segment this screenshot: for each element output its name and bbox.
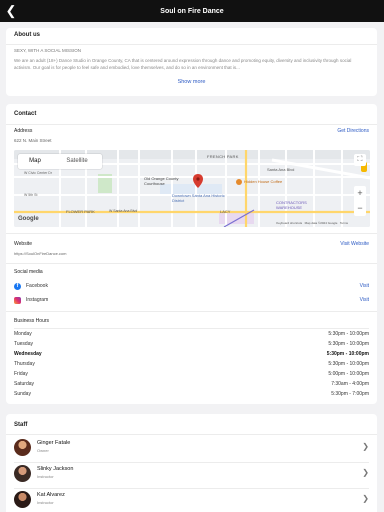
avatar [14, 491, 31, 508]
about-card: About us SEXY, WITH A SOCIAL MISSION We … [6, 28, 377, 96]
hours-day: Tuesday [14, 341, 33, 347]
page-title: Soul on Fire Dance [160, 7, 224, 15]
map-tab-map[interactable]: Map [18, 154, 52, 169]
staff-name: Slinky Jackson [37, 466, 74, 472]
staff-role: Instructor [37, 500, 54, 505]
hours-day: Wednesday [14, 351, 42, 357]
staff-row[interactable]: Kat Alvarez Instructor ❯ [14, 490, 369, 512]
hours-time: 5:30pm - 10:00pm [328, 361, 369, 367]
map-attribution: Keyboard shortcuts Map data ©2024 Google… [276, 221, 348, 225]
contact-heading: Contact [14, 111, 37, 117]
divider [6, 263, 377, 264]
facebook-visit-link[interactable]: Visit [360, 283, 369, 289]
contact-card: Contact Address 622 N. Main Street Get D… [6, 104, 377, 404]
staff-role: Owner [37, 448, 49, 453]
hours-row: Monday 5:30pm - 10:00pm [14, 331, 369, 341]
map-label-old-courthouse: Old Orange County Courthouse [144, 176, 179, 186]
business-hours-heading: Business Hours [14, 318, 50, 324]
staff-card: Staff Ginger Fatale Owner ❯ Slinky Jacks… [6, 414, 377, 512]
map-label-french-park: FRENCH PARK [207, 154, 239, 159]
about-tagline: SEXY, WITH A SOCIAL MISSION [14, 48, 82, 53]
staff-row[interactable]: Ginger Fatale Owner ❯ [14, 438, 369, 462]
social-media-heading: Social media [14, 269, 43, 275]
hours-day: Saturday [14, 381, 35, 387]
about-body: We are an adult (18+) Dance Studio in Or… [14, 58, 352, 70]
address-value: 622 N. Main Street [14, 138, 52, 143]
hours-time: 5:00pm - 10:00pm [328, 371, 369, 377]
hours-time: 5:30pm - 7:00pm [331, 391, 369, 397]
show-more-button[interactable]: Show more [6, 79, 377, 85]
hours-day: Monday [14, 331, 32, 337]
staff-row[interactable]: Slinky Jackson Instructor ❯ [14, 464, 369, 488]
google-logo: Google [18, 216, 39, 222]
hours-time: 5:30pm - 10:00pm [328, 331, 369, 337]
hours-time: 5:30pm - 10:00pm [328, 341, 369, 347]
divider [6, 311, 377, 312]
zoom-out-button[interactable]: − [354, 201, 366, 216]
map-type-tabs: Map Satellite [18, 154, 102, 169]
divider [14, 328, 369, 329]
hours-row: Sunday 5:30pm - 7:00pm [14, 391, 369, 401]
hours-time: 7:30am - 4:00pm [331, 381, 369, 387]
divider [6, 44, 377, 45]
avatar [14, 439, 31, 456]
map-label-civic-center: W Civic Center Dr [24, 171, 53, 175]
location-map[interactable]: Map Satellite ⛶ + − FRENCH PARK Santa An… [14, 150, 370, 227]
top-bar: ❮ Soul on Fire Dance [0, 0, 384, 22]
divider [6, 434, 377, 435]
staff-name: Ginger Fatale [37, 440, 71, 446]
hours-row-today: Wednesday 5:30pm - 10:00pm [14, 351, 369, 361]
address-label: Address [14, 128, 33, 134]
divider [14, 462, 369, 463]
map-label-contractors: CONTRACTORS WAREHOUSE [276, 200, 307, 210]
avatar [14, 465, 31, 482]
zoom-control: + − [354, 186, 366, 216]
map-label-lacy: LACY [220, 209, 231, 214]
chevron-right-icon: ❯ [362, 494, 369, 503]
map-label-santa-ana-blvd: Santa Ana Blvd [267, 167, 295, 172]
social-row-facebook[interactable]: f Facebook Visit [14, 282, 369, 292]
visit-website-link[interactable]: Visit Website [340, 241, 369, 247]
hours-row: Saturday 7:30am - 4:00pm [14, 381, 369, 391]
social-name: Facebook [26, 283, 48, 289]
map-label-w-santa-ana: W Santa Ana Blvd [109, 209, 138, 213]
hours-row: Thursday 5:30pm - 10:00pm [14, 361, 369, 371]
website-label: Website [14, 241, 32, 247]
hours-time: 5:30pm - 10:00pm [326, 351, 369, 357]
instagram-visit-link[interactable]: Visit [360, 297, 369, 303]
staff-role: Instructor [37, 474, 54, 479]
chevron-right-icon: ❯ [362, 468, 369, 477]
hours-row: Tuesday 5:30pm - 10:00pm [14, 341, 369, 351]
hours-day: Thursday [14, 361, 35, 367]
zoom-in-button[interactable]: + [354, 186, 366, 201]
map-tab-satellite[interactable]: Satellite [52, 154, 102, 169]
get-directions-link[interactable]: Get Directions [337, 128, 369, 134]
hours-day: Friday [14, 371, 28, 377]
divider [6, 233, 377, 234]
hours-row: Friday 5:00pm - 10:00pm [14, 371, 369, 381]
social-row-instagram[interactable]: Instagram Visit [14, 296, 369, 306]
about-heading: About us [14, 32, 40, 38]
social-name: Instagram [26, 297, 49, 303]
map-label-downtown: Downtown Santa Ana Historic District [172, 193, 225, 203]
chevron-right-icon: ❯ [362, 442, 369, 451]
fullscreen-icon[interactable]: ⛶ [354, 154, 366, 166]
divider [6, 124, 377, 125]
staff-name: Kat Alvarez [37, 492, 65, 498]
map-label-fifth-st: W 5th St [24, 193, 38, 197]
divider [14, 488, 369, 489]
website-value: https://SoulOnFireDance.com [14, 251, 67, 256]
hours-day: Sunday [14, 391, 31, 397]
back-arrow-icon[interactable]: ❮ [4, 3, 18, 19]
facebook-icon: f [14, 283, 21, 290]
staff-heading: Staff [14, 422, 28, 428]
instagram-icon [14, 297, 21, 304]
map-label-flower-park: FLOWER PARK [66, 209, 95, 214]
map-label-hidden-house: Hidden House Coffee [244, 179, 283, 184]
